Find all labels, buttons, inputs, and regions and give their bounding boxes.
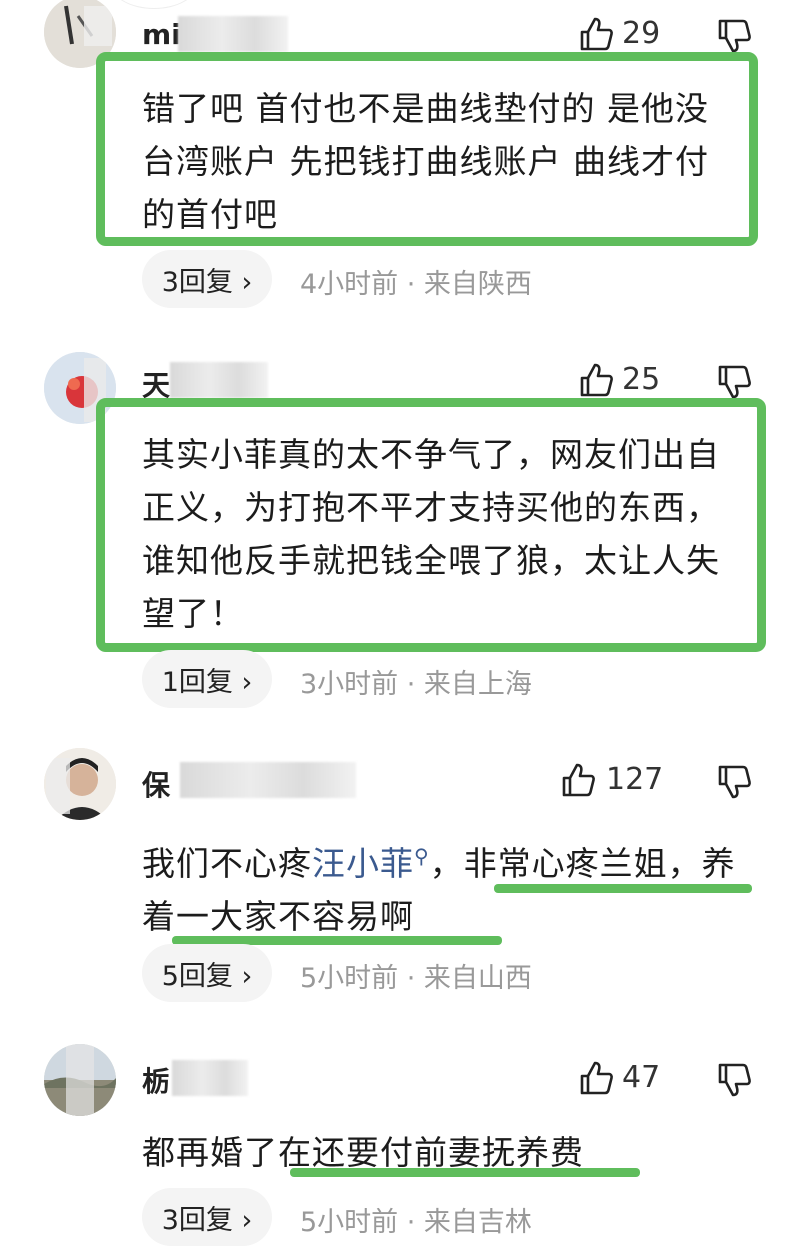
username[interactable]: 保 bbox=[142, 764, 170, 804]
search-icon: ⚲ bbox=[414, 844, 430, 868]
highlight-underline bbox=[494, 884, 752, 893]
like-count: 29 bbox=[622, 16, 661, 51]
comment-2: 天 25 其实小菲真的太不争气了，网友们出自正义，为打抱不平才支持买他的东西，谁… bbox=[0, 340, 800, 720]
mention-link-label: 汪小菲 bbox=[312, 844, 414, 883]
highlight-underline bbox=[290, 1168, 640, 1177]
thumbs-down-icon[interactable] bbox=[716, 18, 752, 54]
comment-meta: 4小时前 · 来自陕西 bbox=[300, 269, 532, 300]
reply-button[interactable]: 1回复 › bbox=[142, 650, 272, 708]
like-count: 127 bbox=[606, 762, 664, 797]
username-blur bbox=[180, 762, 356, 798]
avatar[interactable] bbox=[44, 748, 116, 820]
avatar-image bbox=[44, 1044, 116, 1116]
thumbs-down-icon[interactable] bbox=[716, 1062, 752, 1098]
comment-text: 错了吧 首付也不是曲线垫付的 是他没台湾账户 先把钱打曲线账户 曲线才付的首付吧 bbox=[142, 89, 709, 234]
like-count: 25 bbox=[622, 362, 661, 397]
thumbs-up-icon[interactable] bbox=[578, 362, 614, 398]
reply-button[interactable]: 3回复 › bbox=[142, 1188, 272, 1246]
comment-text: 其实小菲真的太不争气了，网友们出自正义，为打抱不平才支持买他的东西，谁知他反手就… bbox=[142, 435, 720, 633]
thumbs-up-icon[interactable] bbox=[578, 16, 614, 52]
text-before: 我们不心疼 bbox=[142, 844, 312, 883]
comment-meta: 5小时前 · 来自吉林 bbox=[300, 1207, 532, 1238]
username-blur bbox=[170, 362, 268, 398]
username-blur bbox=[172, 1060, 248, 1096]
mention-link[interactable]: 汪小菲⚲ bbox=[312, 844, 430, 883]
username-blur bbox=[178, 16, 288, 52]
comment-4: 栃 47 都再婚了在还要付前妻抚养费 3回复 › 5小时前 · 来自吉林 bbox=[0, 1030, 800, 1250]
avatar[interactable] bbox=[44, 1044, 116, 1116]
thumbs-up-icon[interactable] bbox=[560, 762, 596, 798]
comment-meta: 3小时前 · 来自上海 bbox=[300, 669, 532, 700]
thumbs-down-icon[interactable] bbox=[716, 764, 752, 800]
thumbs-up-icon[interactable] bbox=[578, 1060, 614, 1096]
like-count: 47 bbox=[622, 1060, 661, 1095]
avatar-image bbox=[44, 748, 116, 820]
comment-meta: 5小时前 · 来自山西 bbox=[300, 963, 532, 994]
username[interactable]: 栃 bbox=[142, 1060, 170, 1100]
thumbs-down-icon[interactable] bbox=[716, 364, 752, 400]
comment-1: mi 29 错了吧 首付也不是曲线垫付的 是他没台湾账户 先把钱打曲线账户 曲线… bbox=[0, 0, 800, 320]
reply-button[interactable]: 3回复 › bbox=[142, 250, 272, 308]
reply-button[interactable]: 5回复 › bbox=[142, 944, 272, 1002]
comment-3: 保 127 我们不心疼汪小菲⚲，非常心疼兰姐，养着一大家不容易啊 5回复 › 5… bbox=[0, 740, 800, 1030]
username[interactable]: mi bbox=[142, 18, 181, 51]
